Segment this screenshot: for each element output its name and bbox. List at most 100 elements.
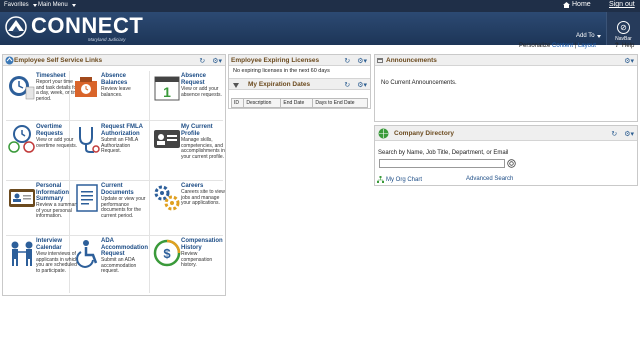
favorites-menu[interactable]: Favorites [4, 2, 37, 8]
tile-compensation-history[interactable]: $ Compensation History Review compensati… [150, 237, 229, 274]
top-menu-bar: Favorites Main Menu [0, 0, 640, 12]
org-chart-link[interactable]: My Org Chart [377, 176, 422, 183]
careers-gears-icon [154, 185, 180, 211]
column-header[interactable]: Description [243, 98, 282, 108]
pagelet-actions: ↻ ⚙▾ [199, 57, 222, 65]
personalize-layout-link[interactable]: Layout [578, 43, 596, 49]
no-licenses-message: No expiring licenses in the next 60 days [233, 68, 330, 74]
tile-title: Current Documents [101, 183, 134, 196]
tile-description: Manage skills, competencies, and accompl… [181, 137, 225, 160]
tile-title: My Current Profile [181, 124, 213, 137]
tile-title: Compensation History [181, 238, 223, 251]
directory-globe-icon [378, 128, 389, 139]
announcements-message: No Current Announcements. [381, 80, 457, 86]
personalize-links: Personalize Content | Layout [519, 43, 596, 49]
header-banner: CONNECT Maryland Judiciary Add To [0, 12, 640, 45]
org-chart-label: My Org Chart [386, 176, 423, 183]
pagelet-header: Company Directory ↻ ⚙▾ [375, 126, 637, 141]
pagelet-header: Employee Expiring Licenses ↻ ⚙▾ [229, 55, 370, 66]
tile-request-fmla[interactable]: Request FMLA Authorization Submit an FML… [70, 123, 149, 160]
help-link[interactable]: ? Help [615, 43, 634, 49]
advanced-search-link[interactable]: Advanced Search [466, 176, 513, 182]
personalize-label: Personalize [519, 43, 551, 49]
tile-description: Review compensation history. [181, 251, 213, 269]
calendar-icon: 1 [154, 76, 180, 101]
refresh-icon[interactable]: ↻ [199, 57, 205, 65]
sign-out-link[interactable]: Sign out [609, 1, 635, 8]
expiration-dates-header: My Expiration Dates ↻ ⚙▾ [229, 78, 370, 90]
separator: | [574, 43, 577, 49]
pagelet-title: Announcements [386, 57, 437, 64]
chevron-down-icon [71, 3, 76, 7]
tile-title: Absence Balances [101, 73, 128, 86]
personalize-content-link[interactable]: Content [552, 43, 573, 49]
tile-description: View or add your absence requests. [181, 86, 222, 98]
refresh-icon[interactable]: ↻ [344, 57, 350, 65]
profile-card-icon [154, 130, 180, 148]
options-gear-icon[interactable]: ⚙▾ [212, 57, 222, 65]
search-icon[interactable] [507, 159, 516, 168]
svg-text:1: 1 [163, 84, 171, 100]
refresh-icon[interactable]: ↻ [344, 81, 350, 89]
directory-search-input[interactable] [379, 159, 505, 168]
pagelet-title: Company Directory [394, 130, 454, 137]
tile-description: Update or view your performance document… [101, 196, 146, 219]
column-header[interactable]: ID [231, 98, 245, 108]
pagelet-actions: ↻ ⚙▾ [344, 57, 367, 65]
accessibility-icon [76, 240, 98, 268]
brand-title: CONNECT [31, 13, 144, 38]
home-label: Home [572, 1, 591, 8]
help-label: Help [622, 43, 635, 49]
add-to-label: Add To [576, 33, 595, 39]
home-link[interactable]: Home [563, 1, 591, 8]
navbar-label: NavBar [615, 36, 632, 42]
tile-title: ADA Accommodation Request [101, 238, 149, 257]
ess-links-pagelet: Employee Self Service Links ↻ ⚙▾ Timeshee… [2, 54, 226, 296]
tile-title: Absence Request [181, 73, 207, 86]
expiration-table: ID Description End Date Days to End Date [231, 98, 368, 108]
connect-logo-icon [5, 16, 27, 38]
help-icon: ? [615, 43, 619, 49]
drag-handle-icon[interactable] [377, 58, 383, 63]
navbar-button[interactable]: ⊘ NavBar [606, 12, 640, 45]
tile-current-documents[interactable]: Current Documents Update or view your pe… [70, 182, 149, 219]
table-header-row: ID Description End Date Days to End Date [231, 98, 368, 108]
stethoscope-icon [79, 127, 100, 153]
tile-description: Review leave balances. [101, 86, 131, 98]
tile-absence-balances[interactable]: Absence Balances Review leave balances. [70, 72, 149, 109]
id-card-icon [9, 189, 35, 207]
expiration-title: My Expiration Dates [248, 81, 311, 88]
tile-my-current-profile[interactable]: My Current Profile Manage skills, compet… [150, 123, 229, 160]
tile-careers[interactable]: Careers Careers site to view jobs and ma… [150, 182, 229, 219]
tile-description: Submit an ADA accommodation request. [101, 257, 137, 275]
pagelet-header: Employee Self Service Links ↻ ⚙▾ [3, 55, 225, 66]
chevron-down-icon [32, 3, 37, 7]
main-menu-label: Main Menu [38, 2, 68, 8]
home-icon [563, 1, 570, 8]
main-menu[interactable]: Main Menu [38, 2, 76, 8]
options-gear-icon[interactable]: ⚙▾ [357, 57, 367, 65]
chevron-down-icon [596, 34, 601, 38]
pagelet-title: Employee Expiring Licenses [231, 57, 320, 64]
ess-icon [5, 56, 14, 65]
compass-icon: ⊘ [617, 21, 630, 34]
options-gear-icon[interactable]: ⚙▾ [357, 81, 367, 89]
tile-title: Request FMLA Authorization [101, 124, 143, 137]
pagelet-title: Employee Self Service Links [14, 57, 103, 64]
chevron-down-icon[interactable] [232, 81, 240, 89]
brand-subtitle: Maryland Judiciary [88, 37, 126, 42]
tile-absence-request[interactable]: 1 Absence Request View or add your absen… [150, 72, 229, 109]
svg-text:$: $ [163, 246, 171, 261]
column-header[interactable]: Days to End Date [312, 98, 368, 108]
pagelet-actions: ↻ ⚙▾ [344, 81, 367, 89]
expiring-licenses-pagelet: Employee Expiring Licenses ↻ ⚙▾ No expiri… [228, 54, 371, 109]
compensation-dollar-icon: $ [153, 239, 181, 267]
options-gear-icon[interactable]: ⚙▾ [624, 57, 634, 65]
pagelet-actions: ⚙▾ [624, 57, 634, 65]
tile-ada-request[interactable]: ADA Accommodation Request Submit an ADA … [70, 237, 149, 274]
column-header[interactable]: End Date [280, 98, 314, 108]
add-to-menu[interactable]: Add To [576, 33, 601, 39]
refresh-icon[interactable]: ↻ [611, 130, 617, 138]
tile-description: Careers site to view jobs and manage you… [181, 189, 225, 207]
options-gear-icon[interactable]: ⚙▾ [624, 130, 634, 138]
